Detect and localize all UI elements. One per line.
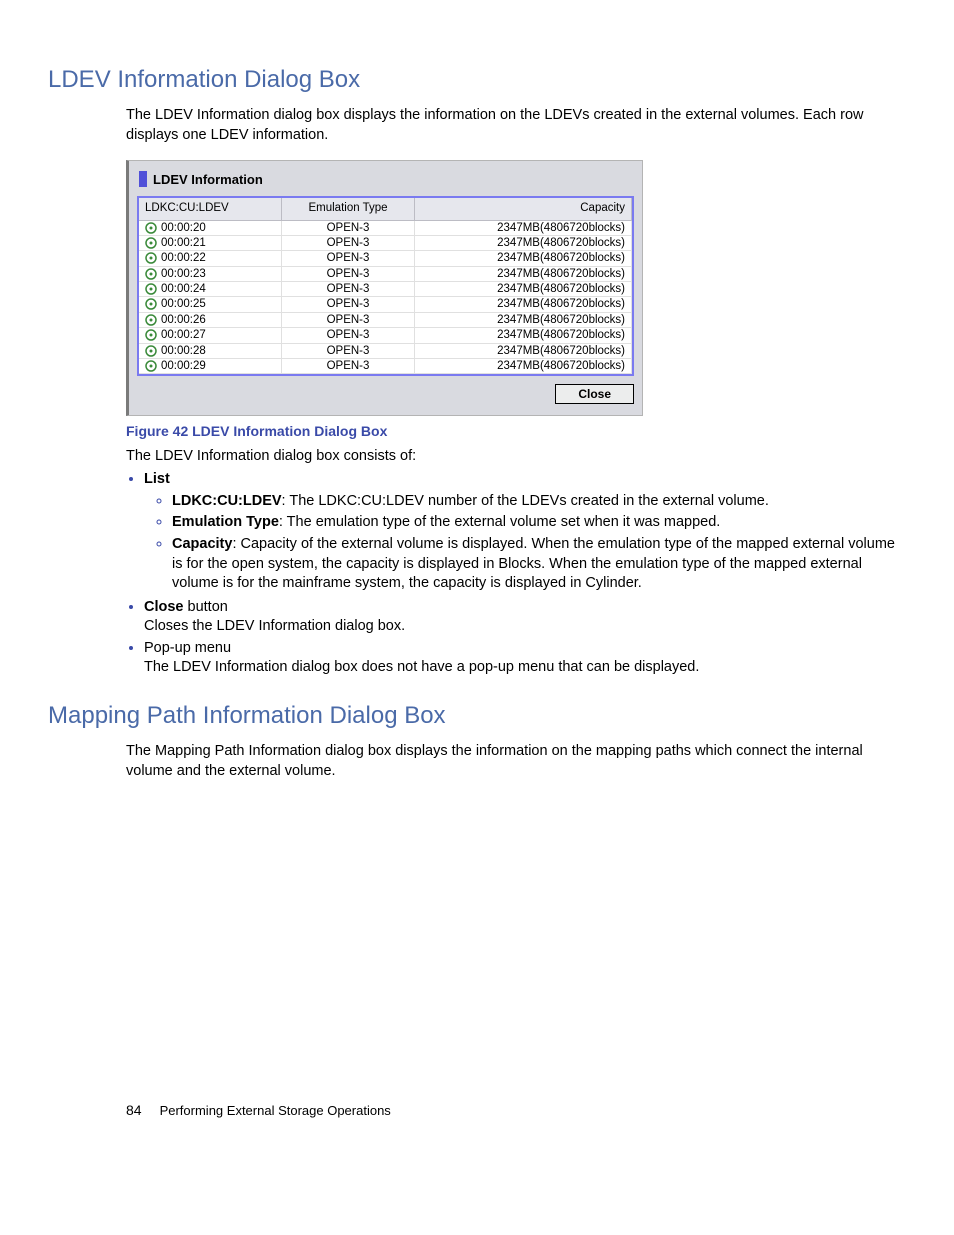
dialog-title: LDEV Information [153, 171, 263, 189]
col-capacity[interactable]: Capacity [415, 198, 632, 220]
cell-emulation: OPEN-3 [282, 343, 415, 358]
table-row[interactable]: 00:00:26OPEN-32347MB(4806720blocks) [139, 312, 632, 327]
cell-ldev: 00:00:28 [139, 343, 282, 358]
section-intro-mapping: The Mapping Path Information dialog box … [126, 742, 906, 781]
page-footer: 84 Performing External Storage Operation… [48, 1101, 906, 1120]
cell-ldev: 00:00:27 [139, 328, 282, 343]
cell-capacity: 2347MB(4806720blocks) [415, 297, 632, 312]
cell-capacity: 2347MB(4806720blocks) [415, 343, 632, 358]
table-row[interactable]: 00:00:27OPEN-32347MB(4806720blocks) [139, 328, 632, 343]
cell-emulation: OPEN-3 [282, 328, 415, 343]
term-capacity: Capacity [172, 536, 232, 552]
cell-ldev: 00:00:24 [139, 282, 282, 297]
desc-emulation: : The emulation type of the external vol… [279, 514, 720, 530]
cell-ldev: 00:00:21 [139, 235, 282, 250]
list-item-list: List LDKC:CU:LDEV: The LDKC:CU:LDEV numb… [144, 470, 906, 593]
dialog-title-row: LDEV Information [139, 171, 634, 189]
section-intro-ldev: The LDEV Information dialog box displays… [126, 106, 906, 145]
ldev-table: LDKC:CU:LDEV Emulation Type Capacity 00:… [139, 198, 632, 374]
cell-ldev: 00:00:29 [139, 358, 282, 373]
cell-capacity: 2347MB(4806720blocks) [415, 312, 632, 327]
ldev-table-wrap: LDKC:CU:LDEV Emulation Type Capacity 00:… [137, 196, 634, 376]
desc-close: Closes the LDEV Information dialog box. [144, 618, 405, 634]
cell-ldev: 00:00:23 [139, 266, 282, 281]
table-row[interactable]: 00:00:21OPEN-32347MB(4806720blocks) [139, 235, 632, 250]
cell-emulation: OPEN-3 [282, 266, 415, 281]
cell-emulation: OPEN-3 [282, 251, 415, 266]
title-accent-bar [139, 171, 147, 187]
cell-capacity: 2347MB(4806720blocks) [415, 282, 632, 297]
sub-item-ldkc: LDKC:CU:LDEV: The LDKC:CU:LDEV number of… [172, 492, 906, 512]
term-popup: Pop-up menu [144, 640, 231, 656]
table-row[interactable]: 00:00:29OPEN-32347MB(4806720blocks) [139, 358, 632, 373]
term-close: Close [144, 599, 184, 615]
term-emulation: Emulation Type [172, 514, 279, 530]
table-row[interactable]: 00:00:25OPEN-32347MB(4806720blocks) [139, 297, 632, 312]
table-row[interactable]: 00:00:23OPEN-32347MB(4806720blocks) [139, 266, 632, 281]
figure-caption: Figure 42 LDEV Information Dialog Box [126, 422, 906, 441]
term-ldkc: LDKC:CU:LDEV [172, 493, 282, 509]
cell-emulation: OPEN-3 [282, 282, 415, 297]
sub-item-capacity: Capacity: Capacity of the external volum… [172, 535, 906, 594]
section-heading-ldev: LDEV Information Dialog Box [48, 64, 906, 96]
cell-emulation: OPEN-3 [282, 297, 415, 312]
list-item-close: Close button Closes the LDEV Information… [144, 598, 906, 637]
close-button[interactable]: Close [555, 384, 634, 404]
suffix-close: button [184, 599, 228, 615]
section-heading-mapping: Mapping Path Information Dialog Box [48, 700, 906, 732]
list-label: List [144, 471, 170, 487]
cell-emulation: OPEN-3 [282, 220, 415, 235]
consists-of-intro: The LDEV Information dialog box consists… [126, 447, 906, 467]
cell-ldev: 00:00:26 [139, 312, 282, 327]
cell-capacity: 2347MB(4806720blocks) [415, 220, 632, 235]
desc-capacity: : Capacity of the external volume is dis… [172, 536, 895, 591]
table-row[interactable]: 00:00:24OPEN-32347MB(4806720blocks) [139, 282, 632, 297]
desc-ldkc: : The LDKC:CU:LDEV number of the LDEVs c… [282, 493, 769, 509]
cell-ldev: 00:00:25 [139, 297, 282, 312]
col-emulation[interactable]: Emulation Type [282, 198, 415, 220]
page-number: 84 [126, 1101, 142, 1120]
desc-popup: The LDEV Information dialog box does not… [144, 659, 699, 675]
cell-emulation: OPEN-3 [282, 312, 415, 327]
table-row[interactable]: 00:00:28OPEN-32347MB(4806720blocks) [139, 343, 632, 358]
cell-capacity: 2347MB(4806720blocks) [415, 328, 632, 343]
ldev-dialog: LDEV Information LDKC:CU:LDEV Emulation … [126, 160, 643, 416]
cell-emulation: OPEN-3 [282, 235, 415, 250]
cell-ldev: 00:00:20 [139, 220, 282, 235]
cell-ldev: 00:00:22 [139, 251, 282, 266]
table-row[interactable]: 00:00:22OPEN-32347MB(4806720blocks) [139, 251, 632, 266]
cell-capacity: 2347MB(4806720blocks) [415, 251, 632, 266]
table-row[interactable]: 00:00:20OPEN-32347MB(4806720blocks) [139, 220, 632, 235]
col-ldkc[interactable]: LDKC:CU:LDEV [139, 198, 282, 220]
cell-capacity: 2347MB(4806720blocks) [415, 235, 632, 250]
sub-item-emulation: Emulation Type: The emulation type of th… [172, 513, 906, 533]
cell-capacity: 2347MB(4806720blocks) [415, 358, 632, 373]
table-header-row: LDKC:CU:LDEV Emulation Type Capacity [139, 198, 632, 220]
footer-title: Performing External Storage Operations [160, 1102, 391, 1120]
cell-emulation: OPEN-3 [282, 358, 415, 373]
list-item-popup: Pop-up menu The LDEV Information dialog … [144, 639, 906, 678]
cell-capacity: 2347MB(4806720blocks) [415, 266, 632, 281]
